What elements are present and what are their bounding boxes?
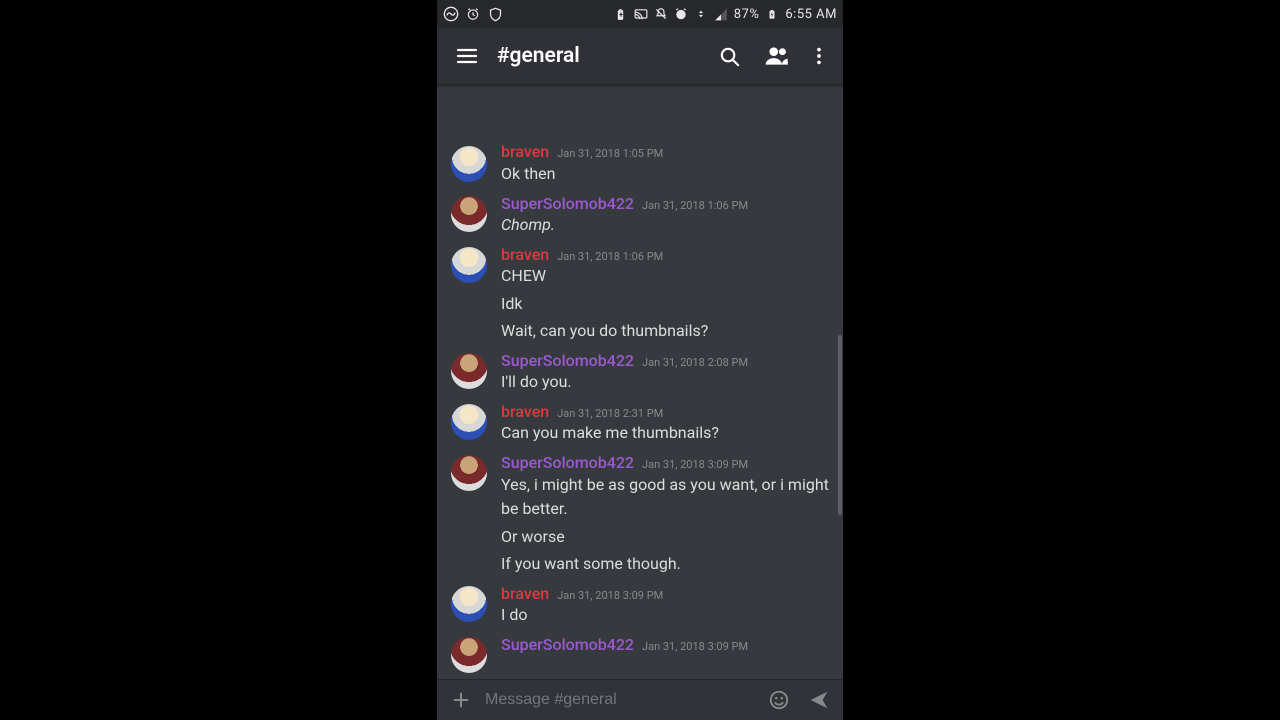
search-button[interactable]	[705, 32, 753, 80]
attach-button[interactable]	[443, 682, 479, 718]
avatar[interactable]	[451, 353, 487, 389]
more-options-button[interactable]	[801, 32, 837, 80]
status-bar-left	[443, 6, 503, 22]
message[interactable]: SuperSolomob422 Jan 31, 2018 3:09 PM Yes, …	[437, 447, 843, 522]
message-list[interactable]: bravenJan 31, 2018 1:05 PMOk thenSuperSo…	[437, 85, 843, 679]
message-body: SuperSolomob422 Jan 31, 2018 1:06 PMChomp…	[501, 194, 829, 237]
username[interactable]: braven	[501, 402, 549, 421]
message-body: bravenJan 31, 2018 1:05 PMOk then	[501, 152, 829, 185]
data-icon	[694, 7, 708, 21]
timestamp: Jan 31, 2018 1:06 PM	[557, 250, 663, 263]
message-text: I do	[501, 603, 829, 627]
message[interactable]: SuperSolomob422 Jan 31, 2018 3:09 PM	[437, 629, 843, 675]
battery-charging-icon	[765, 7, 779, 21]
message-text: CHEW	[501, 264, 829, 288]
message-text: Chomp.	[501, 213, 829, 237]
mute-icon	[654, 7, 668, 21]
avatar[interactable]	[451, 247, 487, 283]
cast-icon	[634, 7, 648, 21]
timestamp: Jan 31, 2018 1:06 PM	[642, 199, 748, 212]
message-text: If you want some though.	[437, 550, 843, 578]
avatar[interactable]	[451, 196, 487, 232]
timestamp: Jan 31, 2018 2:31 PM	[557, 407, 663, 420]
channel-title: #general	[491, 44, 705, 68]
message-text: Idk	[437, 290, 843, 318]
username[interactable]: braven	[501, 245, 549, 264]
username[interactable]: SuperSolomob422	[501, 453, 634, 472]
message[interactable]: braven Jan 31, 2018 3:09 PMI do	[437, 578, 843, 629]
message-body: braven Jan 31, 2018 2:31 PMCan you make m…	[501, 402, 829, 445]
emoji-button[interactable]	[761, 682, 797, 718]
username[interactable]: SuperSolomob422	[501, 194, 634, 213]
message-body: SuperSolomob422 Jan 31, 2018 3:09 PM	[501, 635, 829, 673]
send-button[interactable]	[801, 682, 837, 718]
message-text: Can you make me thumbnails?	[501, 421, 829, 445]
clock-time: 6:55 AM	[785, 7, 837, 22]
message-body: braven Jan 31, 2018 3:09 PMI do	[501, 584, 829, 627]
message-header: SuperSolomob422 Jan 31, 2018 1:06 PM	[501, 194, 829, 213]
avatar[interactable]	[451, 146, 487, 182]
app-top-bar: #general	[437, 28, 843, 85]
avatar[interactable]	[451, 586, 487, 622]
hamburger-menu-button[interactable]	[443, 32, 491, 80]
avatar[interactable]	[451, 455, 487, 491]
members-button[interactable]	[753, 32, 801, 80]
message-input-bar	[437, 679, 843, 720]
timestamp: Jan 31, 2018 1:05 PM	[557, 147, 663, 160]
alarm-icon	[465, 6, 481, 22]
alarm-set-icon	[674, 7, 688, 21]
phone-frame: 87% 6:55 AM #general bravenJan 31, 2018 …	[437, 0, 843, 720]
message-body: SuperSolomob422 Jan 31, 2018 3:09 PM Yes, …	[501, 453, 829, 520]
message[interactable]: bravenJan 31, 2018 1:05 PMOk then	[437, 152, 843, 187]
message-header: braven Jan 31, 2018 2:31 PM	[501, 402, 829, 421]
timestamp: Jan 31, 2018 2:08 PM	[642, 356, 748, 369]
message-text: Wait, can you do thumbnails?	[437, 317, 843, 345]
message-header: braven Jan 31, 2018 3:09 PM	[501, 584, 829, 603]
username[interactable]: SuperSolomob422	[501, 635, 634, 654]
status-bar-right: 87% 6:55 AM	[614, 7, 837, 22]
message-input[interactable]	[483, 690, 757, 710]
message-text: Ok then	[501, 162, 829, 186]
timestamp: Jan 31, 2018 3:09 PM	[642, 458, 748, 471]
status-bar: 87% 6:55 AM	[437, 0, 843, 28]
message[interactable]: SuperSolomob422 Jan 31, 2018 1:06 PMChomp…	[437, 188, 843, 239]
battery-saver-icon	[614, 7, 628, 21]
shield-icon	[487, 6, 503, 22]
battery-percentage: 87%	[734, 7, 760, 22]
message-header: braven Jan 31, 2018 1:06 PM	[501, 245, 829, 264]
message-header: SuperSolomob422 Jan 31, 2018 3:09 PM	[501, 453, 829, 472]
message-body: SuperSolomob422 Jan 31, 2018 2:08 PMI'll …	[501, 351, 829, 394]
message[interactable]: braven Jan 31, 2018 2:31 PMCan you make m…	[437, 396, 843, 447]
app-icon	[443, 6, 459, 22]
timestamp: Jan 31, 2018 3:09 PM	[557, 589, 663, 602]
message[interactable]: braven Jan 31, 2018 1:06 PMCHEW	[437, 239, 843, 290]
message[interactable]: SuperSolomob422 Jan 31, 2018 2:08 PMI'll …	[437, 345, 843, 396]
message-header: braven Jan 31, 2018 1:05 PM	[501, 142, 829, 161]
signal-icon	[714, 7, 728, 21]
message-text: Or worse	[437, 523, 843, 551]
message-header: SuperSolomob422 Jan 31, 2018 2:08 PM	[501, 351, 829, 370]
username[interactable]: SuperSolomob422	[501, 351, 634, 370]
username[interactable]: braven	[501, 142, 549, 161]
message-body: braven Jan 31, 2018 1:06 PMCHEW	[501, 245, 829, 288]
scrollbar-thumb[interactable]	[838, 335, 842, 515]
timestamp: Jan 31, 2018 3:09 PM	[642, 640, 748, 653]
message-header: SuperSolomob422 Jan 31, 2018 3:09 PM	[501, 635, 829, 654]
avatar[interactable]	[451, 404, 487, 440]
username[interactable]: braven	[501, 584, 549, 603]
message-text: Yes, i might be as good as you want, or …	[501, 473, 829, 521]
message-text: I'll do you.	[501, 370, 829, 394]
avatar[interactable]	[451, 637, 487, 673]
